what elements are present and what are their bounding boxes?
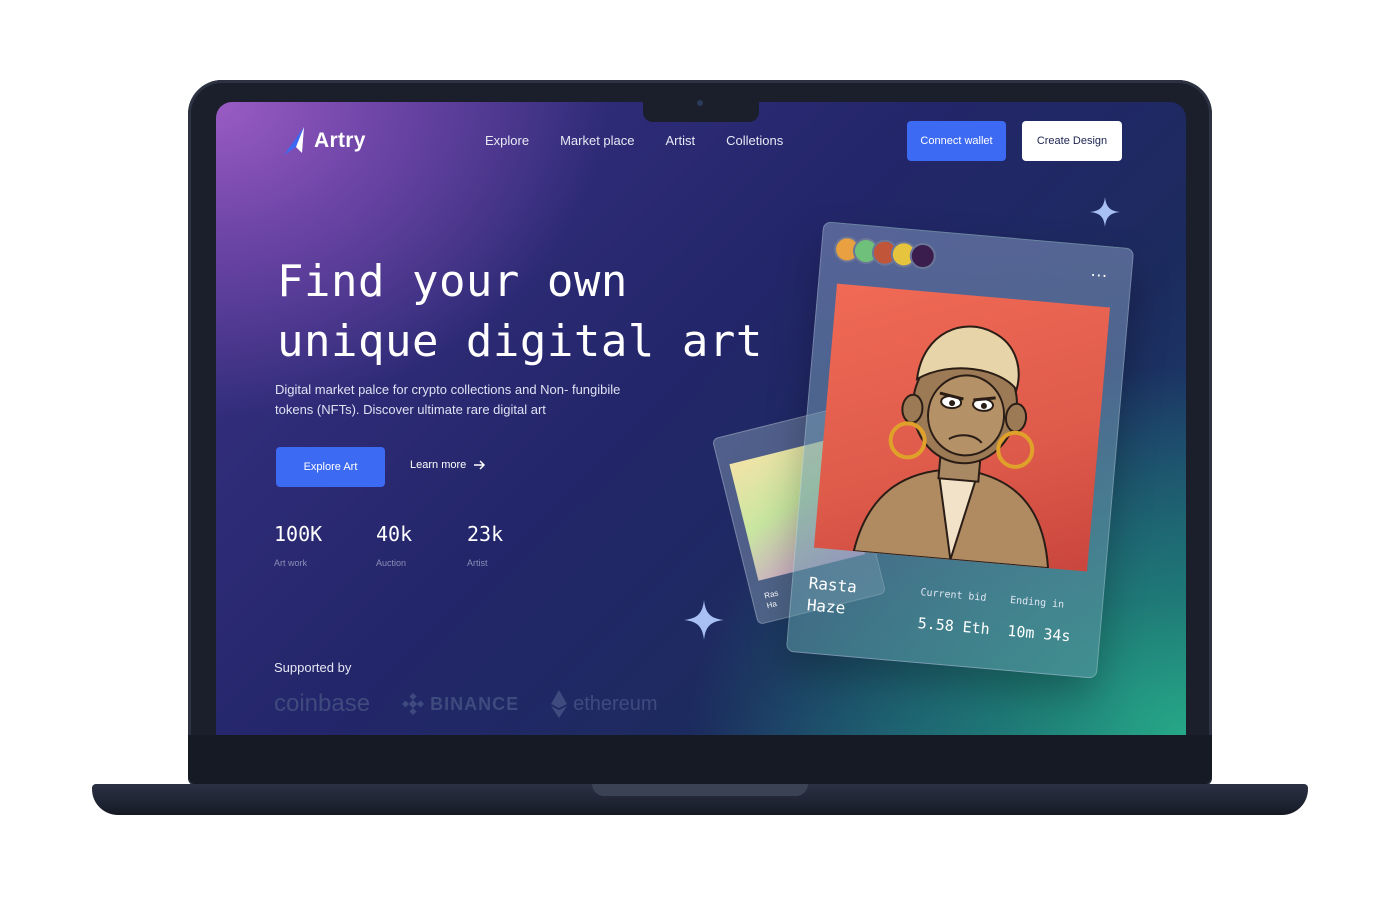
ethereum-name: ethereum: [573, 692, 658, 715]
stat-auction: 40k Auction: [376, 522, 467, 568]
stats-row: 100K Art work 40k Auction 23k Artist: [274, 522, 503, 568]
create-design-button[interactable]: Create Design: [1022, 121, 1122, 161]
coinbase-name: coinbase: [274, 690, 371, 717]
current-bid-label: Current bid: [919, 587, 987, 604]
nft-card[interactable]: … Rasta Haze Current bid 5.58 Eth Ending…: [785, 221, 1135, 679]
brand-name: Artry: [314, 129, 366, 152]
more-options-icon[interactable]: …: [1089, 260, 1110, 283]
nft-name-line: Rasta: [808, 573, 858, 597]
stat-label: Auction: [376, 558, 407, 568]
learn-more-label: Learn more: [410, 459, 467, 471]
artry-logo-icon: [284, 127, 304, 155]
hero-subtitle: Digital market palce for crypto collecti…: [275, 382, 621, 417]
avatar: [908, 241, 937, 271]
ethereum-icon: [551, 690, 568, 718]
nft-name: Rasta Haze: [806, 572, 899, 624]
nav-collections[interactable]: Colletions: [726, 133, 783, 148]
connect-wallet-button[interactable]: Connect wallet: [907, 121, 1006, 161]
laptop-hinge-notch: [592, 784, 808, 796]
nav-explore[interactable]: Explore: [485, 133, 529, 148]
stat-value: 100K: [274, 522, 323, 546]
nft-name-secondary: Ras Ha: [763, 588, 782, 611]
stat-value: 40k: [376, 522, 413, 546]
explore-art-button[interactable]: Explore Art: [276, 447, 385, 487]
ape-illustration: [852, 325, 1050, 570]
nft-name-line: Haze: [806, 595, 847, 618]
camera-icon: [697, 100, 703, 106]
nav-artist[interactable]: Artist: [666, 133, 696, 148]
ending-in-value: 10m 34s: [1006, 621, 1072, 646]
arrow-right-icon: [474, 460, 486, 470]
binance-icon: [402, 693, 425, 715]
stat-label: Artist: [467, 558, 488, 568]
nav-market-place[interactable]: Market place: [560, 133, 634, 148]
binance-logo: BINANCE: [402, 693, 519, 715]
stat-artwork: 100K Art work: [274, 522, 376, 568]
owner-avatars: [832, 235, 937, 271]
laptop-chin: [188, 735, 1212, 785]
hero-title: Find your own unique digital art: [277, 252, 777, 372]
sparkle-icon: [1090, 197, 1120, 227]
stat-value: 23k: [467, 522, 504, 546]
learn-more-link[interactable]: Learn more: [410, 459, 486, 471]
supported-by-label: Supported by: [274, 660, 352, 675]
current-bid-value: 5.58 Eth: [916, 614, 991, 639]
laptop-screen: Artry Explore Market place Artist Collet…: [216, 102, 1186, 735]
nft-name-line: Ha: [765, 599, 778, 611]
brand-logo[interactable]: Artry: [282, 127, 366, 155]
stat-artist: 23k Artist: [467, 522, 503, 568]
hero-title-line-2: unique digital art: [277, 316, 763, 367]
coinbase-logo: coinbase: [274, 690, 370, 718]
sparkle-icon: [684, 600, 724, 640]
nft-artwork: [813, 283, 1110, 572]
stat-label: Art work: [274, 558, 308, 568]
ending-in-label: Ending in: [1009, 594, 1065, 611]
binance-name: BINANCE: [430, 693, 520, 714]
partner-logos: coinbase BINANCE ethereum: [274, 690, 658, 718]
nft-name-line: Ras: [763, 588, 780, 601]
hero-title-line-1: Find your own: [277, 256, 628, 307]
ethereum-logo: ethereum: [551, 690, 658, 718]
main-nav: Explore Market place Artist Colletions: [485, 133, 783, 148]
